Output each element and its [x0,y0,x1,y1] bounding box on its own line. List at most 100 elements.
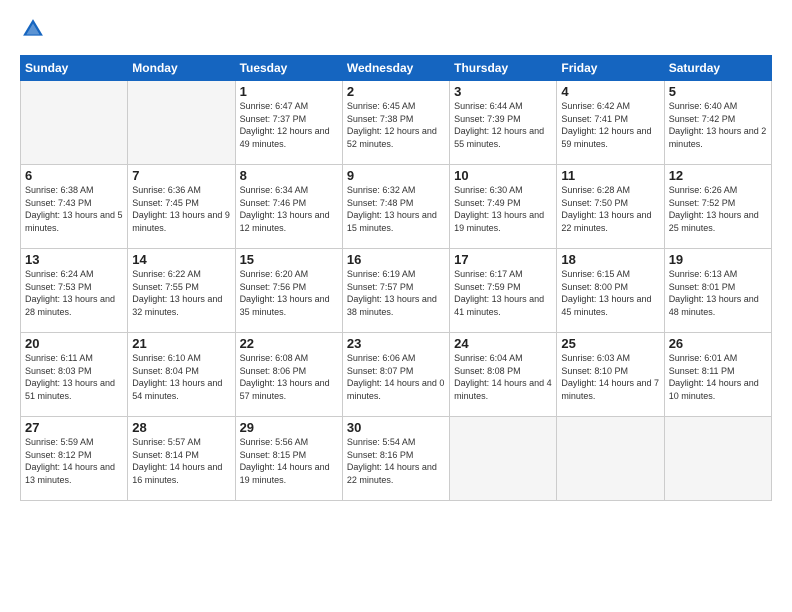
day-number: 4 [561,84,659,99]
day-number: 20 [25,336,123,351]
calendar-week-row: 1Sunrise: 6:47 AM Sunset: 7:37 PM Daylig… [21,81,772,165]
day-number: 29 [240,420,338,435]
calendar-table: SundayMondayTuesdayWednesdayThursdayFrid… [20,55,772,501]
calendar-cell [450,417,557,501]
day-detail: Sunrise: 6:01 AM Sunset: 8:11 PM Dayligh… [669,352,767,402]
calendar-cell: 15Sunrise: 6:20 AM Sunset: 7:56 PM Dayli… [235,249,342,333]
calendar-cell: 1Sunrise: 6:47 AM Sunset: 7:37 PM Daylig… [235,81,342,165]
day-number: 23 [347,336,445,351]
calendar-cell: 17Sunrise: 6:17 AM Sunset: 7:59 PM Dayli… [450,249,557,333]
day-detail: Sunrise: 6:22 AM Sunset: 7:55 PM Dayligh… [132,268,230,318]
day-number: 12 [669,168,767,183]
day-number: 9 [347,168,445,183]
calendar-week-row: 13Sunrise: 6:24 AM Sunset: 7:53 PM Dayli… [21,249,772,333]
calendar-cell: 6Sunrise: 6:38 AM Sunset: 7:43 PM Daylig… [21,165,128,249]
day-detail: Sunrise: 6:03 AM Sunset: 8:10 PM Dayligh… [561,352,659,402]
generalblue-icon [22,18,44,40]
calendar-cell [664,417,771,501]
weekday-header-row: SundayMondayTuesdayWednesdayThursdayFrid… [21,56,772,81]
calendar-cell: 12Sunrise: 6:26 AM Sunset: 7:52 PM Dayli… [664,165,771,249]
day-number: 25 [561,336,659,351]
calendar-cell: 11Sunrise: 6:28 AM Sunset: 7:50 PM Dayli… [557,165,664,249]
weekday-header-tuesday: Tuesday [235,56,342,81]
calendar-cell: 8Sunrise: 6:34 AM Sunset: 7:46 PM Daylig… [235,165,342,249]
day-number: 30 [347,420,445,435]
calendar-cell: 14Sunrise: 6:22 AM Sunset: 7:55 PM Dayli… [128,249,235,333]
calendar-cell: 27Sunrise: 5:59 AM Sunset: 8:12 PM Dayli… [21,417,128,501]
weekday-header-friday: Friday [557,56,664,81]
day-detail: Sunrise: 6:17 AM Sunset: 7:59 PM Dayligh… [454,268,552,318]
day-detail: Sunrise: 5:56 AM Sunset: 8:15 PM Dayligh… [240,436,338,486]
weekday-header-thursday: Thursday [450,56,557,81]
calendar-cell: 13Sunrise: 6:24 AM Sunset: 7:53 PM Dayli… [21,249,128,333]
day-number: 24 [454,336,552,351]
page: SundayMondayTuesdayWednesdayThursdayFrid… [0,0,792,612]
day-number: 28 [132,420,230,435]
day-number: 8 [240,168,338,183]
day-number: 21 [132,336,230,351]
calendar-cell: 30Sunrise: 5:54 AM Sunset: 8:16 PM Dayli… [342,417,449,501]
day-detail: Sunrise: 5:57 AM Sunset: 8:14 PM Dayligh… [132,436,230,486]
calendar-cell: 20Sunrise: 6:11 AM Sunset: 8:03 PM Dayli… [21,333,128,417]
logo [20,18,48,45]
day-detail: Sunrise: 6:40 AM Sunset: 7:42 PM Dayligh… [669,100,767,150]
day-number: 5 [669,84,767,99]
day-detail: Sunrise: 6:44 AM Sunset: 7:39 PM Dayligh… [454,100,552,150]
day-detail: Sunrise: 5:54 AM Sunset: 8:16 PM Dayligh… [347,436,445,486]
calendar-cell: 19Sunrise: 6:13 AM Sunset: 8:01 PM Dayli… [664,249,771,333]
day-number: 6 [25,168,123,183]
day-detail: Sunrise: 6:34 AM Sunset: 7:46 PM Dayligh… [240,184,338,234]
day-detail: Sunrise: 6:15 AM Sunset: 8:00 PM Dayligh… [561,268,659,318]
calendar-cell [21,81,128,165]
day-detail: Sunrise: 6:20 AM Sunset: 7:56 PM Dayligh… [240,268,338,318]
calendar-cell: 10Sunrise: 6:30 AM Sunset: 7:49 PM Dayli… [450,165,557,249]
day-number: 19 [669,252,767,267]
calendar-cell: 29Sunrise: 5:56 AM Sunset: 8:15 PM Dayli… [235,417,342,501]
weekday-header-wednesday: Wednesday [342,56,449,81]
day-detail: Sunrise: 6:11 AM Sunset: 8:03 PM Dayligh… [25,352,123,402]
calendar-cell: 7Sunrise: 6:36 AM Sunset: 7:45 PM Daylig… [128,165,235,249]
day-number: 27 [25,420,123,435]
day-number: 16 [347,252,445,267]
calendar-cell: 5Sunrise: 6:40 AM Sunset: 7:42 PM Daylig… [664,81,771,165]
day-detail: Sunrise: 6:28 AM Sunset: 7:50 PM Dayligh… [561,184,659,234]
day-number: 18 [561,252,659,267]
day-detail: Sunrise: 6:08 AM Sunset: 8:06 PM Dayligh… [240,352,338,402]
calendar-week-row: 6Sunrise: 6:38 AM Sunset: 7:43 PM Daylig… [21,165,772,249]
calendar-cell: 4Sunrise: 6:42 AM Sunset: 7:41 PM Daylig… [557,81,664,165]
day-number: 7 [132,168,230,183]
day-detail: Sunrise: 6:26 AM Sunset: 7:52 PM Dayligh… [669,184,767,234]
day-detail: Sunrise: 6:30 AM Sunset: 7:49 PM Dayligh… [454,184,552,234]
day-number: 26 [669,336,767,351]
header [20,18,772,45]
day-detail: Sunrise: 6:24 AM Sunset: 7:53 PM Dayligh… [25,268,123,318]
calendar-cell: 26Sunrise: 6:01 AM Sunset: 8:11 PM Dayli… [664,333,771,417]
day-number: 22 [240,336,338,351]
day-detail: Sunrise: 6:13 AM Sunset: 8:01 PM Dayligh… [669,268,767,318]
day-number: 2 [347,84,445,99]
day-detail: Sunrise: 6:04 AM Sunset: 8:08 PM Dayligh… [454,352,552,402]
day-detail: Sunrise: 6:36 AM Sunset: 7:45 PM Dayligh… [132,184,230,234]
calendar-cell: 2Sunrise: 6:45 AM Sunset: 7:38 PM Daylig… [342,81,449,165]
day-detail: Sunrise: 6:32 AM Sunset: 7:48 PM Dayligh… [347,184,445,234]
weekday-header-monday: Monday [128,56,235,81]
calendar-cell: 23Sunrise: 6:06 AM Sunset: 8:07 PM Dayli… [342,333,449,417]
calendar-cell: 16Sunrise: 6:19 AM Sunset: 7:57 PM Dayli… [342,249,449,333]
calendar-cell: 25Sunrise: 6:03 AM Sunset: 8:10 PM Dayli… [557,333,664,417]
day-number: 11 [561,168,659,183]
calendar-cell: 24Sunrise: 6:04 AM Sunset: 8:08 PM Dayli… [450,333,557,417]
day-detail: Sunrise: 6:06 AM Sunset: 8:07 PM Dayligh… [347,352,445,402]
day-detail: Sunrise: 6:45 AM Sunset: 7:38 PM Dayligh… [347,100,445,150]
calendar-cell: 22Sunrise: 6:08 AM Sunset: 8:06 PM Dayli… [235,333,342,417]
calendar-cell: 18Sunrise: 6:15 AM Sunset: 8:00 PM Dayli… [557,249,664,333]
day-number: 14 [132,252,230,267]
calendar-cell [557,417,664,501]
day-number: 10 [454,168,552,183]
day-detail: Sunrise: 6:38 AM Sunset: 7:43 PM Dayligh… [25,184,123,234]
day-number: 15 [240,252,338,267]
day-number: 3 [454,84,552,99]
day-detail: Sunrise: 6:10 AM Sunset: 8:04 PM Dayligh… [132,352,230,402]
day-detail: Sunrise: 6:42 AM Sunset: 7:41 PM Dayligh… [561,100,659,150]
day-number: 13 [25,252,123,267]
calendar-cell: 28Sunrise: 5:57 AM Sunset: 8:14 PM Dayli… [128,417,235,501]
